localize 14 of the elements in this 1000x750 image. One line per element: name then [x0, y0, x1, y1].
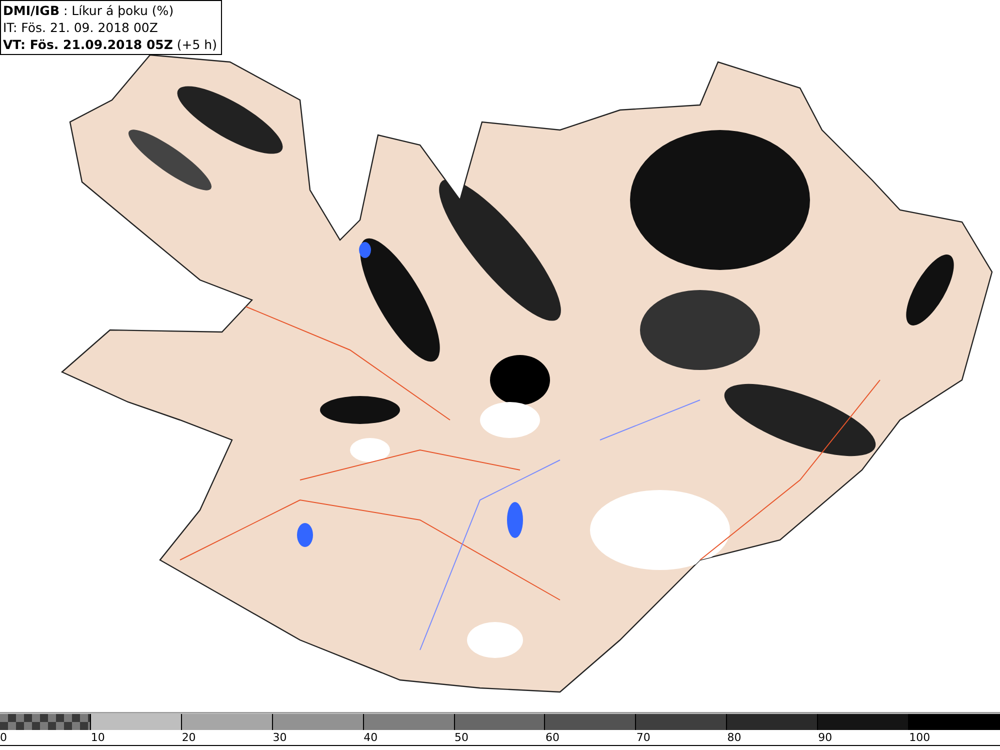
legend-label: 30: [272, 731, 287, 745]
legend-label: 50: [454, 731, 469, 745]
legend-label: 20: [182, 731, 196, 745]
legend-label: 100: [909, 731, 930, 745]
header-text: DMI/IGB : Líkur á þoku (%): [3, 2, 175, 19]
legend-label: 70: [636, 731, 650, 745]
legend-label: 90: [818, 731, 832, 745]
legend-label: 10: [90, 731, 105, 745]
legend-label: 0: [0, 731, 7, 745]
legend-label: 60: [545, 731, 560, 745]
header-text: VT: Fös. 21.09.2018 05Z (+5 h): [3, 36, 217, 53]
header-text: IT: Fös. 21. 09. 2018 00Z: [3, 19, 159, 36]
legend-label: 80: [727, 731, 742, 745]
legend-label: 40: [364, 731, 378, 745]
